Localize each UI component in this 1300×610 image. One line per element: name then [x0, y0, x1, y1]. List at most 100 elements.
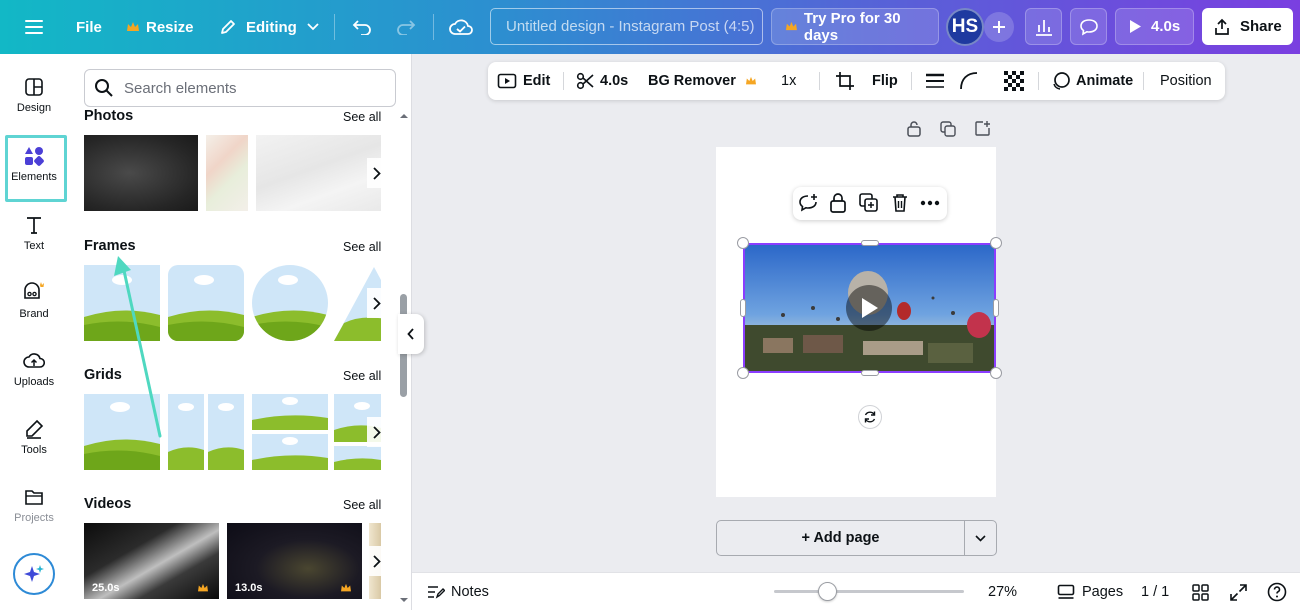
share-button[interactable]: Share	[1202, 8, 1293, 45]
resize-handle-bottom-right[interactable]	[990, 367, 1002, 379]
help-button[interactable]	[1267, 573, 1287, 610]
pages-button[interactable]: Pages	[1057, 573, 1123, 610]
grid-thumbnail-single[interactable]	[84, 394, 160, 470]
lock-icon[interactable]	[827, 192, 849, 214]
search-input[interactable]: Search elements	[84, 69, 396, 107]
playback-speed-button[interactable]: 1x	[781, 62, 796, 100]
trim-duration-button[interactable]: 4.0s	[576, 62, 628, 100]
scroll-down-icon[interactable]	[398, 595, 410, 605]
cloud-saved-icon[interactable]	[448, 14, 474, 40]
resize-handle-left[interactable]	[740, 299, 746, 317]
duplicate-icon[interactable]	[858, 192, 880, 214]
rail-item-design[interactable]: Design	[0, 76, 68, 114]
bar-chart-icon	[1035, 19, 1052, 36]
chevron-down-icon	[307, 23, 319, 31]
corner-rounding-button[interactable]	[959, 62, 979, 100]
edit-button[interactable]: Edit	[497, 62, 550, 100]
rail-active-indicator	[5, 135, 67, 202]
resize-handle-bottom[interactable]	[861, 370, 879, 376]
notes-button[interactable]: Notes	[427, 573, 489, 610]
animate-button[interactable]: Animate	[1051, 62, 1133, 100]
pages-label: Pages	[1082, 584, 1124, 600]
frame-thumbnail-rounded[interactable]	[168, 265, 244, 341]
frame-thumbnail-square[interactable]	[84, 265, 160, 341]
resize-handle-top[interactable]	[861, 240, 879, 246]
add-page-options-button[interactable]	[964, 520, 997, 556]
chevron-right-icon	[373, 296, 381, 310]
resize-handle-top-left[interactable]	[737, 237, 749, 249]
grid-view-button[interactable]	[1192, 573, 1209, 610]
video-element[interactable]	[743, 243, 996, 373]
see-all-videos-link[interactable]: See all	[343, 498, 381, 512]
play-button[interactable]: 4.0s	[1115, 8, 1194, 45]
rail-label: Tools	[21, 444, 47, 456]
grids-next-arrow[interactable]	[367, 417, 387, 447]
insights-button[interactable]	[1025, 8, 1062, 45]
add-page-icon[interactable]	[974, 120, 991, 137]
zoom-slider-thumb[interactable]	[818, 582, 837, 601]
video-thumbnail-lantern[interactable]: 13.0s	[227, 523, 362, 599]
divider	[334, 14, 335, 40]
undo-icon[interactable]	[349, 14, 375, 40]
photos-next-arrow[interactable]	[367, 158, 387, 188]
more-options-icon[interactable]	[919, 192, 941, 214]
magic-assistant-button[interactable]	[13, 553, 55, 595]
grid-thumbnail-two-rows[interactable]	[252, 394, 328, 470]
frames-next-arrow[interactable]	[367, 288, 387, 318]
crown-icon	[341, 583, 351, 592]
photo-thumbnail-chalkboard[interactable]	[84, 135, 198, 211]
try-pro-button[interactable]: Try Pro for 30 days	[771, 8, 939, 45]
section-title-grids: Grids	[84, 367, 122, 383]
video-thumbnail-laptop[interactable]: 25.0s	[84, 523, 219, 599]
comments-button[interactable]	[1070, 8, 1107, 45]
crop-button[interactable]	[835, 62, 855, 100]
notes-icon	[428, 586, 445, 599]
rail-label: Projects	[14, 512, 54, 524]
editing-mode-button[interactable]: Editing	[219, 0, 319, 54]
photo-thumbnail-watercolor[interactable]	[206, 135, 248, 211]
avatar[interactable]: HS	[946, 8, 984, 46]
transparency-icon	[1004, 71, 1024, 91]
rail-item-projects[interactable]: Projects	[0, 486, 68, 524]
document-title-input[interactable]: Untitled design - Instagram Post (4:5)	[490, 8, 763, 45]
photo-thumbnail-marble[interactable]	[256, 135, 381, 211]
resize-handle-bottom-left[interactable]	[737, 367, 749, 379]
fullscreen-button[interactable]	[1230, 573, 1247, 610]
add-page-button[interactable]: + Add page	[716, 520, 965, 556]
rail-item-brand[interactable]: Brand	[0, 282, 68, 320]
bg-remover-button[interactable]: BG Remover	[648, 62, 757, 100]
menu-icon[interactable]	[21, 14, 47, 40]
lock-icon[interactable]	[906, 120, 922, 137]
zoom-level-button[interactable]: 27%	[988, 573, 1017, 610]
grid-thumbnail-two-columns[interactable]	[168, 394, 244, 470]
flip-button[interactable]: Flip	[872, 62, 898, 100]
zoom-slider-track[interactable]	[774, 590, 964, 593]
redo-icon[interactable]	[393, 14, 419, 40]
resize-button[interactable]: Resize	[126, 0, 194, 54]
see-all-grids-link[interactable]: See all	[343, 369, 381, 383]
rail-item-tools[interactable]: Tools	[0, 418, 68, 456]
page-counter: 1 / 1	[1141, 573, 1169, 610]
file-menu[interactable]: File	[76, 0, 102, 54]
videos-next-arrow[interactable]	[367, 546, 387, 576]
rotate-handle[interactable]	[858, 405, 882, 429]
position-label: Position	[1160, 73, 1212, 89]
position-button[interactable]: Position	[1160, 62, 1212, 100]
border-style-button[interactable]	[925, 62, 945, 100]
see-all-photos-link[interactable]: See all	[343, 110, 381, 124]
rail-item-text[interactable]: Text	[0, 214, 68, 252]
trash-icon[interactable]	[889, 192, 911, 214]
resize-handle-top-right[interactable]	[990, 237, 1002, 249]
duplicate-page-icon[interactable]	[940, 121, 957, 137]
add-comment-icon[interactable]	[797, 192, 819, 214]
resize-handle-right[interactable]	[993, 299, 999, 317]
see-all-frames-link[interactable]: See all	[343, 240, 381, 254]
scroll-up-icon[interactable]	[398, 111, 410, 121]
frame-thumbnail-circle[interactable]	[252, 265, 328, 341]
add-collaborator-icon[interactable]	[984, 12, 1014, 42]
rail-item-uploads[interactable]: Uploads	[0, 350, 68, 388]
collapse-panel-button[interactable]	[398, 314, 424, 354]
section-title-photos: Photos	[84, 108, 134, 124]
transparency-button[interactable]	[1004, 62, 1024, 100]
animate-icon	[1053, 72, 1070, 90]
